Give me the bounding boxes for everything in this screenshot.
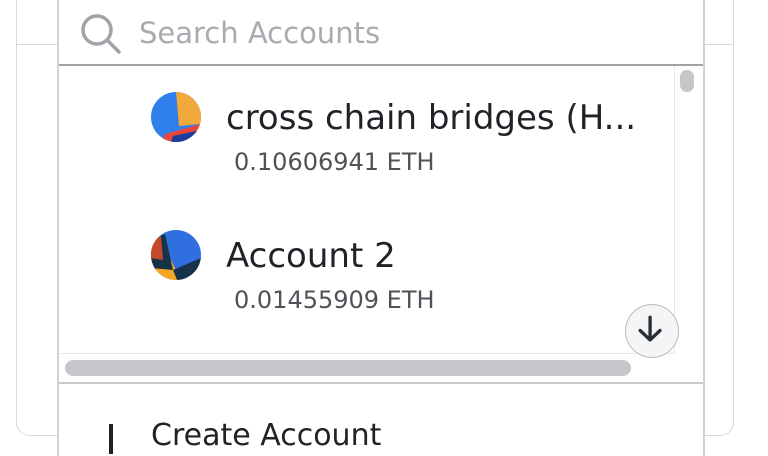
search-input[interactable] — [139, 10, 659, 56]
scroll-down-button[interactable] — [625, 304, 679, 358]
account-item-cross-chain-bridges[interactable]: cross chain bridges (H... 0.10606941 ETH — [59, 88, 674, 188]
arrow-down-icon — [638, 315, 662, 342]
plus-icon — [109, 424, 113, 454]
section-divider — [59, 382, 703, 384]
account-selector-panel: cross chain bridges (H... 0.10606941 ETH… — [57, 0, 705, 456]
account-balance: 0.01455909 ETH — [234, 286, 435, 314]
account-name: Account 2 — [226, 236, 396, 276]
account-item-account-2[interactable]: Account 2 0.01455909 ETH — [59, 226, 674, 326]
account-balance: 0.10606941 ETH — [234, 148, 435, 176]
search-icon — [81, 14, 121, 54]
header-divider-left — [17, 44, 57, 45]
vertical-scrollbar[interactable] — [680, 70, 694, 92]
search-bar — [59, 0, 703, 66]
account-avatar — [151, 230, 201, 280]
header-divider-right — [705, 44, 733, 45]
account-avatar — [151, 92, 201, 142]
account-name: cross chain bridges (H... — [226, 98, 637, 138]
horizontal-scrollbar[interactable] — [65, 360, 631, 376]
create-account-button[interactable]: Create Account — [151, 418, 381, 453]
account-list[interactable]: cross chain bridges (H... 0.10606941 ETH… — [59, 66, 675, 354]
